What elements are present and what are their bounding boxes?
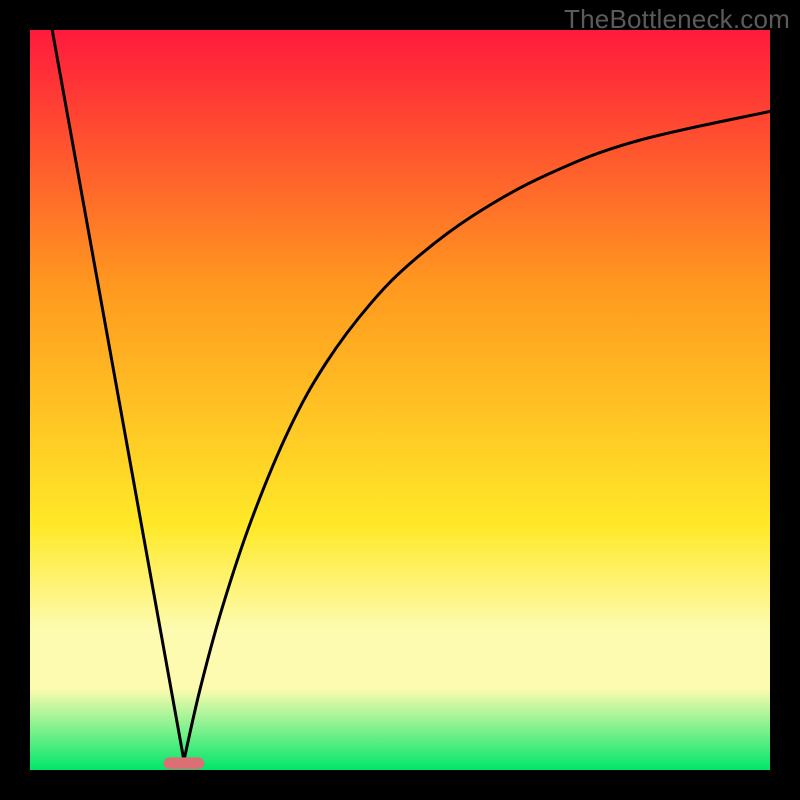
chart-svg <box>30 30 770 770</box>
watermark-text: TheBottleneck.com <box>564 4 790 35</box>
gradient-background <box>30 30 770 770</box>
plot-area <box>30 30 770 770</box>
chart-frame: TheBottleneck.com <box>0 0 800 800</box>
minimum-marker <box>164 757 205 769</box>
